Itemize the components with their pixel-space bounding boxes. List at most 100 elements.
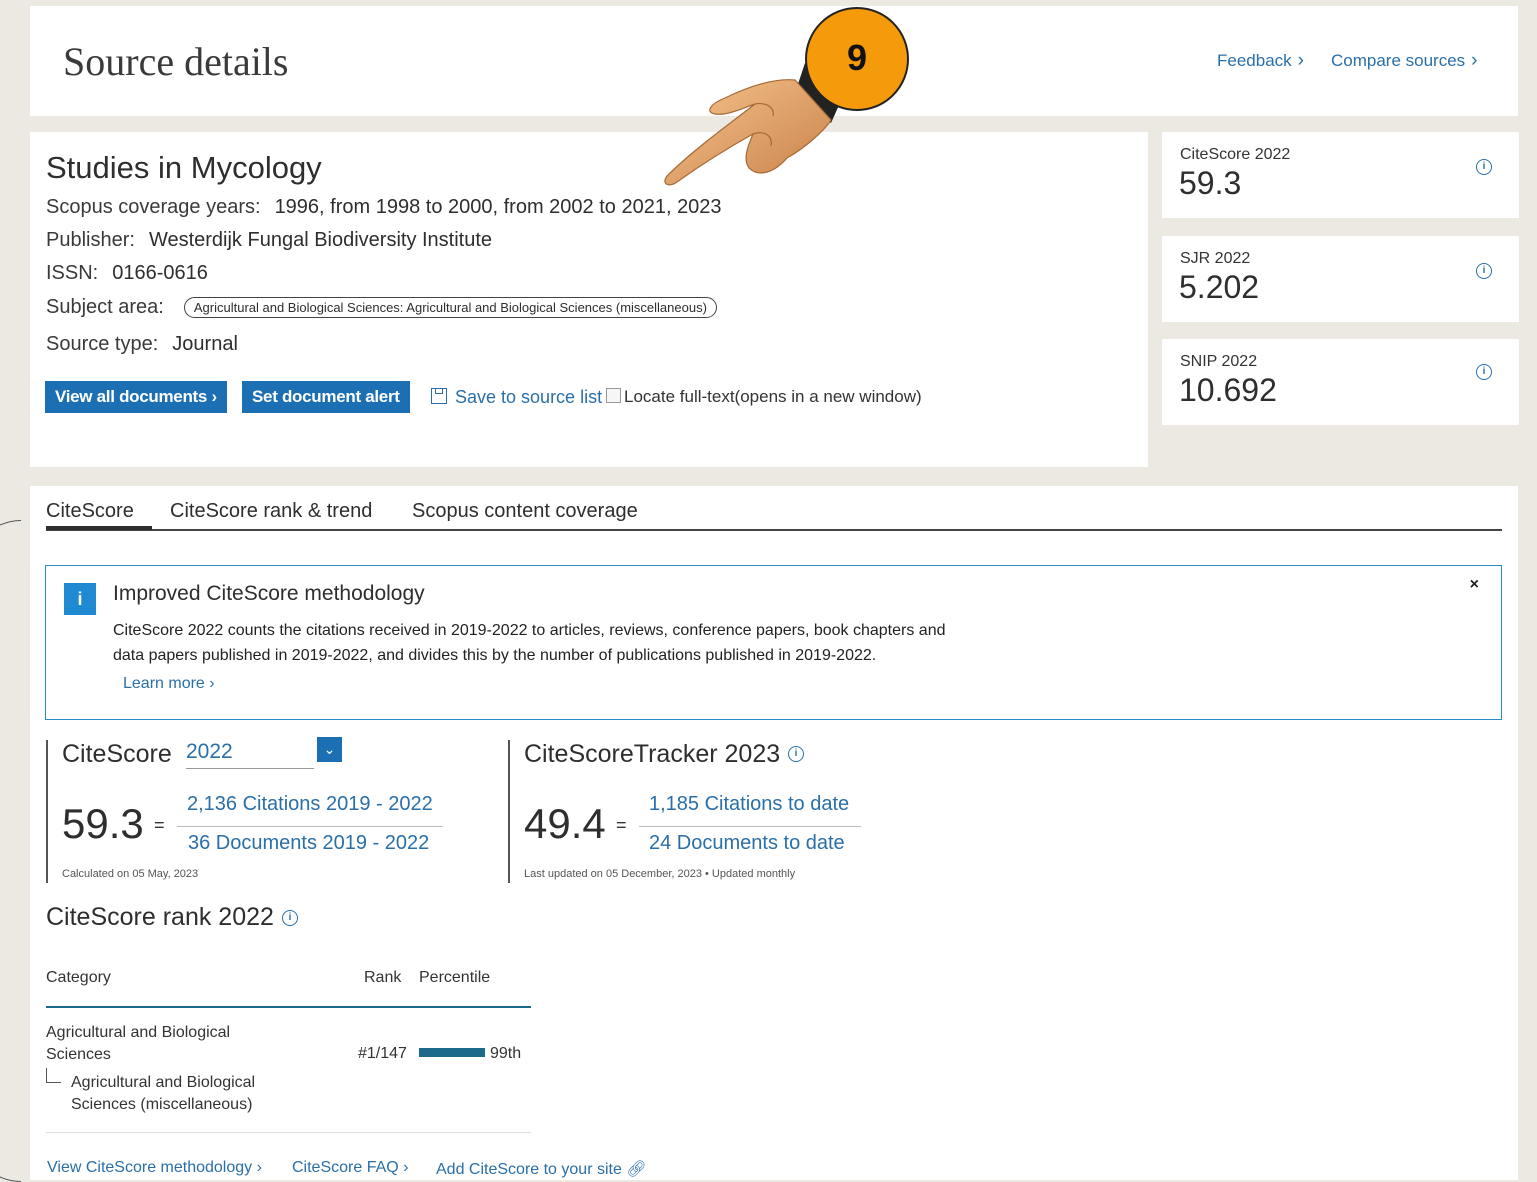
feedback-link[interactable]: Feedback › [1217,50,1304,72]
learn-more-link[interactable]: Learn more › [123,675,215,693]
tracker-value: 49.4 [524,800,606,847]
add-citescore-link[interactable]: Add CiteScore to your site 🔗︎ [436,1159,647,1179]
year-select[interactable]: 2022 [186,740,314,769]
view-methodology-link[interactable]: View CiteScore methodology › [47,1159,262,1177]
chevron-right-icon: › [256,1159,262,1176]
issn-label: ISSN: [46,262,99,284]
documents-link[interactable]: 36 Documents 2019 - 2022 [188,832,429,855]
publisher-value: Westerdijk Fungal Biodiversity Institute [148,229,493,251]
methodology-label: View CiteScore methodology [47,1159,253,1176]
feedback-label: Feedback [1217,51,1292,70]
add-label: Add CiteScore to your site [436,1161,622,1178]
page-title: Source details [63,39,289,84]
percentile-value: 99th [490,1045,522,1062]
decorative-bracket [0,520,21,1182]
notice-body: CiteScore 2022 counts the citations rece… [113,622,946,664]
update-note: Last updated on 05 December, 2023 • Upda… [524,868,796,880]
rank-value: #1/147 [358,1045,407,1062]
tab-divider [46,529,1502,531]
panel-divider [508,740,510,883]
rank-heading: CiteScore rank 2022 [46,903,274,931]
panel-divider [46,740,48,883]
category-name: Agricultural and Biological Sciences [46,1022,230,1066]
publisher-label: Publisher: [46,229,135,251]
table-bottom-rule [46,1132,531,1133]
issn-row: ISSN: 0166-0616 [46,262,208,285]
citescore-value: 59.3 [62,800,144,847]
category-line: Agricultural and Biological [46,1024,231,1041]
info-icon[interactable]: i [282,910,298,926]
source-type-row: Source type: Journal [46,333,238,356]
calculated-note: Calculated on 05 May, 2023 [62,868,199,880]
percentile-bar [419,1048,485,1057]
info-icon[interactable]: i [1476,364,1492,380]
category-line: Sciences [46,1046,111,1063]
info-icon[interactable]: i [788,746,804,762]
tab-citescore-rank-trend[interactable]: CiteScore rank & trend [170,500,372,523]
source-title: Studies in Mycology [46,150,322,185]
info-icon[interactable]: i [1476,159,1492,175]
coverage-row: Scopus coverage years: 1996, from 1998 to… [46,196,722,219]
tree-connector [46,1068,61,1083]
info-icon[interactable]: i [1476,263,1492,279]
equals-sign: = [616,815,627,835]
tracker-heading: CiteScoreTracker 2023 [524,740,781,768]
coverage-value: 1996, from 1998 to 2000, from 2002 to 20… [274,196,722,218]
fraction-line [639,826,861,828]
subject-label: Subject area: [46,296,164,318]
faq-label: CiteScore FAQ [292,1159,399,1176]
learn-more-label: Learn more [123,675,205,692]
broken-image-icon [606,388,621,403]
metric-label: SJR 2022 [1180,250,1251,267]
subject-area-pill[interactable]: Agricultural and Biological Sciences: Ag… [183,297,717,319]
locate-label: Locate full-text(opens in a new window) [624,387,922,406]
tab-active-indicator [46,526,152,530]
issn-value: 0166-0616 [112,262,208,284]
save-icon [431,388,447,404]
metric-value: 59.3 [1179,165,1242,201]
save-label: Save to source list [455,387,603,407]
tab-citescore[interactable]: CiteScore [46,500,134,523]
table-header-rule [46,1006,531,1008]
chevron-right-icon: › [209,675,215,692]
fraction-line [177,826,443,828]
chevron-right-icon: › [1297,50,1304,71]
compare-sources-link[interactable]: Compare sources › [1331,50,1478,72]
citescore-heading: CiteScore [62,740,172,768]
metric-value: 10.692 [1179,372,1277,408]
metric-label: SNIP 2022 [1180,353,1258,370]
set-document-alert-button[interactable]: Set document alert [242,381,410,413]
subcategory-line: Agricultural and Biological [71,1074,256,1091]
column-header-percentile: Percentile [419,969,491,986]
citations-link[interactable]: 2,136 Citations 2019 - 2022 [187,793,433,816]
chevron-down-icon[interactable]: ⌄ [317,737,342,762]
link-icon: 🔗︎ [626,1161,647,1178]
view-all-documents-button[interactable]: View all documents › [45,381,227,413]
source-type-label: Source type: [46,333,159,355]
publisher-row: Publisher: Westerdijk Fungal Biodiversity… [46,229,492,252]
notice-title: Improved CiteScore methodology [113,582,425,605]
save-to-source-list-link[interactable]: Save to source list [431,387,602,408]
step-number-badge: 9 [805,7,909,111]
citescore-faq-link[interactable]: CiteScore FAQ › [292,1159,408,1177]
tab-scopus-content-coverage[interactable]: Scopus content coverage [412,500,638,523]
info-badge-icon: i [64,583,96,615]
source-type-value: Journal [172,333,238,355]
tracker-documents-link[interactable]: 24 Documents to date [649,832,845,855]
tracker-citations-link[interactable]: 1,185 Citations to date [649,793,849,816]
locate-full-text-link[interactable]: Locate full-text(opens in a new window) [606,387,922,407]
metric-card-citescore: CiteScore 2022 59.3 i [1162,132,1519,218]
subcategory-name: Agricultural and Biological Sciences (mi… [71,1072,255,1116]
compare-sources-label: Compare sources [1331,51,1466,70]
subcategory-line: Sciences (miscellaneous) [71,1096,253,1113]
column-header-rank: Rank [364,969,402,986]
chevron-right-icon: › [403,1159,409,1176]
column-header-category: Category [46,969,111,986]
metric-value: 5.202 [1179,269,1260,305]
subject-row: Subject area: Agricultural and Biological… [46,296,717,319]
metric-card-sjr: SJR 2022 5.202 i [1162,236,1519,322]
equals-sign: = [154,815,165,835]
close-icon[interactable]: × [1470,576,1479,594]
metric-label: CiteScore 2022 [1180,146,1291,163]
view-all-documents-label: View all documents [55,387,208,406]
